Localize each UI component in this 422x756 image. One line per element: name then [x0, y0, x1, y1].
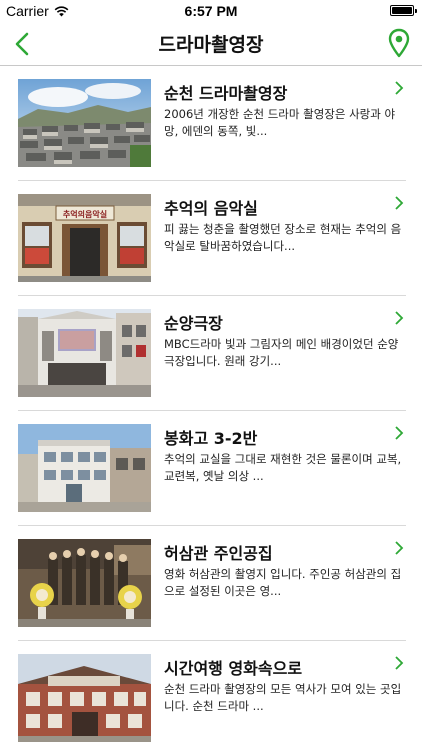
- list-item[interactable]: 순양극장 MBC드라마 빛과 그림자의 메인 배경이었던 순양극장입니다. 원래…: [18, 296, 406, 411]
- list-item[interactable]: 봉화고 3-2반 추억의 교실을 그대로 재현한 것은 물론이며 교복, 교련복…: [18, 411, 406, 526]
- chevron-right-icon: [395, 541, 404, 555]
- film-cast-photo: [18, 539, 151, 627]
- list-item[interactable]: 허삼관 주인공집 영화 허삼관의 촬영지 입니다. 주인공 허삼관의 집으로 설…: [18, 526, 406, 641]
- item-description: MBC드라마 빛과 그림자의 메인 배경이었던 순양극장입니다. 원래 강기..…: [164, 337, 399, 368]
- chevron-right-icon: [395, 656, 404, 670]
- list-item[interactable]: 순천 드라마촬영장 2006년 개장한 순천 드라마 촬영장은 사랑과 야망, …: [18, 66, 406, 181]
- shop-sign-text: 추억의음악실: [63, 209, 107, 219]
- item-title: 순천 드라마촬영장: [164, 84, 288, 103]
- theater-photo: [18, 309, 151, 397]
- chevron-right-icon: [395, 311, 404, 325]
- battery-icon: [390, 5, 417, 16]
- item-title: 허삼관 주인공집: [164, 544, 273, 563]
- item-description: 추억의 교실을 그대로 재현한 것은 물론이며 교복, 교련복, 옛날 의상 .…: [164, 452, 402, 483]
- map-pin-icon[interactable]: [386, 28, 412, 58]
- list-item[interactable]: 추억의음악실 추억의 음악실 피 끓는 청춘을 촬영했던 장소로 현재는 추억의…: [18, 181, 406, 296]
- item-description: 영화 허삼관의 촬영지 입니다. 주인공 허삼관의 집으로 설정된 이곳은 영.…: [164, 567, 402, 598]
- music-room-photo: 추억의음악실: [18, 194, 151, 282]
- item-title: 봉화고 3-2반: [164, 429, 258, 448]
- item-description: 순천 드라마 촬영장의 모든 역사가 모여 있는 곳입니다. 순천 드라마 ..…: [164, 682, 402, 713]
- list-item[interactable]: 시간여행 영화속으로 순천 드라마 촬영장의 모든 역사가 모여 있는 곳입니다…: [18, 641, 406, 756]
- school-photo: [18, 424, 151, 512]
- village-photo: [18, 79, 151, 167]
- item-title: 순양극장: [164, 314, 223, 333]
- brick-building-photo: [18, 654, 151, 742]
- item-description: 2006년 개장한 순천 드라마 촬영장은 사랑과 야망, 에덴의 동쪽, 빛.…: [164, 107, 396, 138]
- item-title: 시간여행 영화속으로: [164, 659, 303, 678]
- navigation-bar: 드라마촬영장: [0, 22, 422, 66]
- chevron-right-icon: [395, 81, 404, 95]
- item-description: 피 끓는 청춘을 촬영했던 장소로 현재는 추억의 음악실로 탈바꿈하였습니다.…: [164, 222, 402, 253]
- chevron-right-icon: [395, 426, 404, 440]
- chevron-right-icon: [395, 196, 404, 210]
- location-list: 순천 드라마촬영장 2006년 개장한 순천 드라마 촬영장은 사랑과 야망, …: [0, 66, 422, 756]
- page-title: 드라마촬영장: [158, 34, 264, 56]
- item-title: 추억의 음악실: [164, 199, 258, 218]
- status-bar: Carrier 6:57 PM: [0, 0, 422, 22]
- clock: 6:57 PM: [184, 3, 238, 19]
